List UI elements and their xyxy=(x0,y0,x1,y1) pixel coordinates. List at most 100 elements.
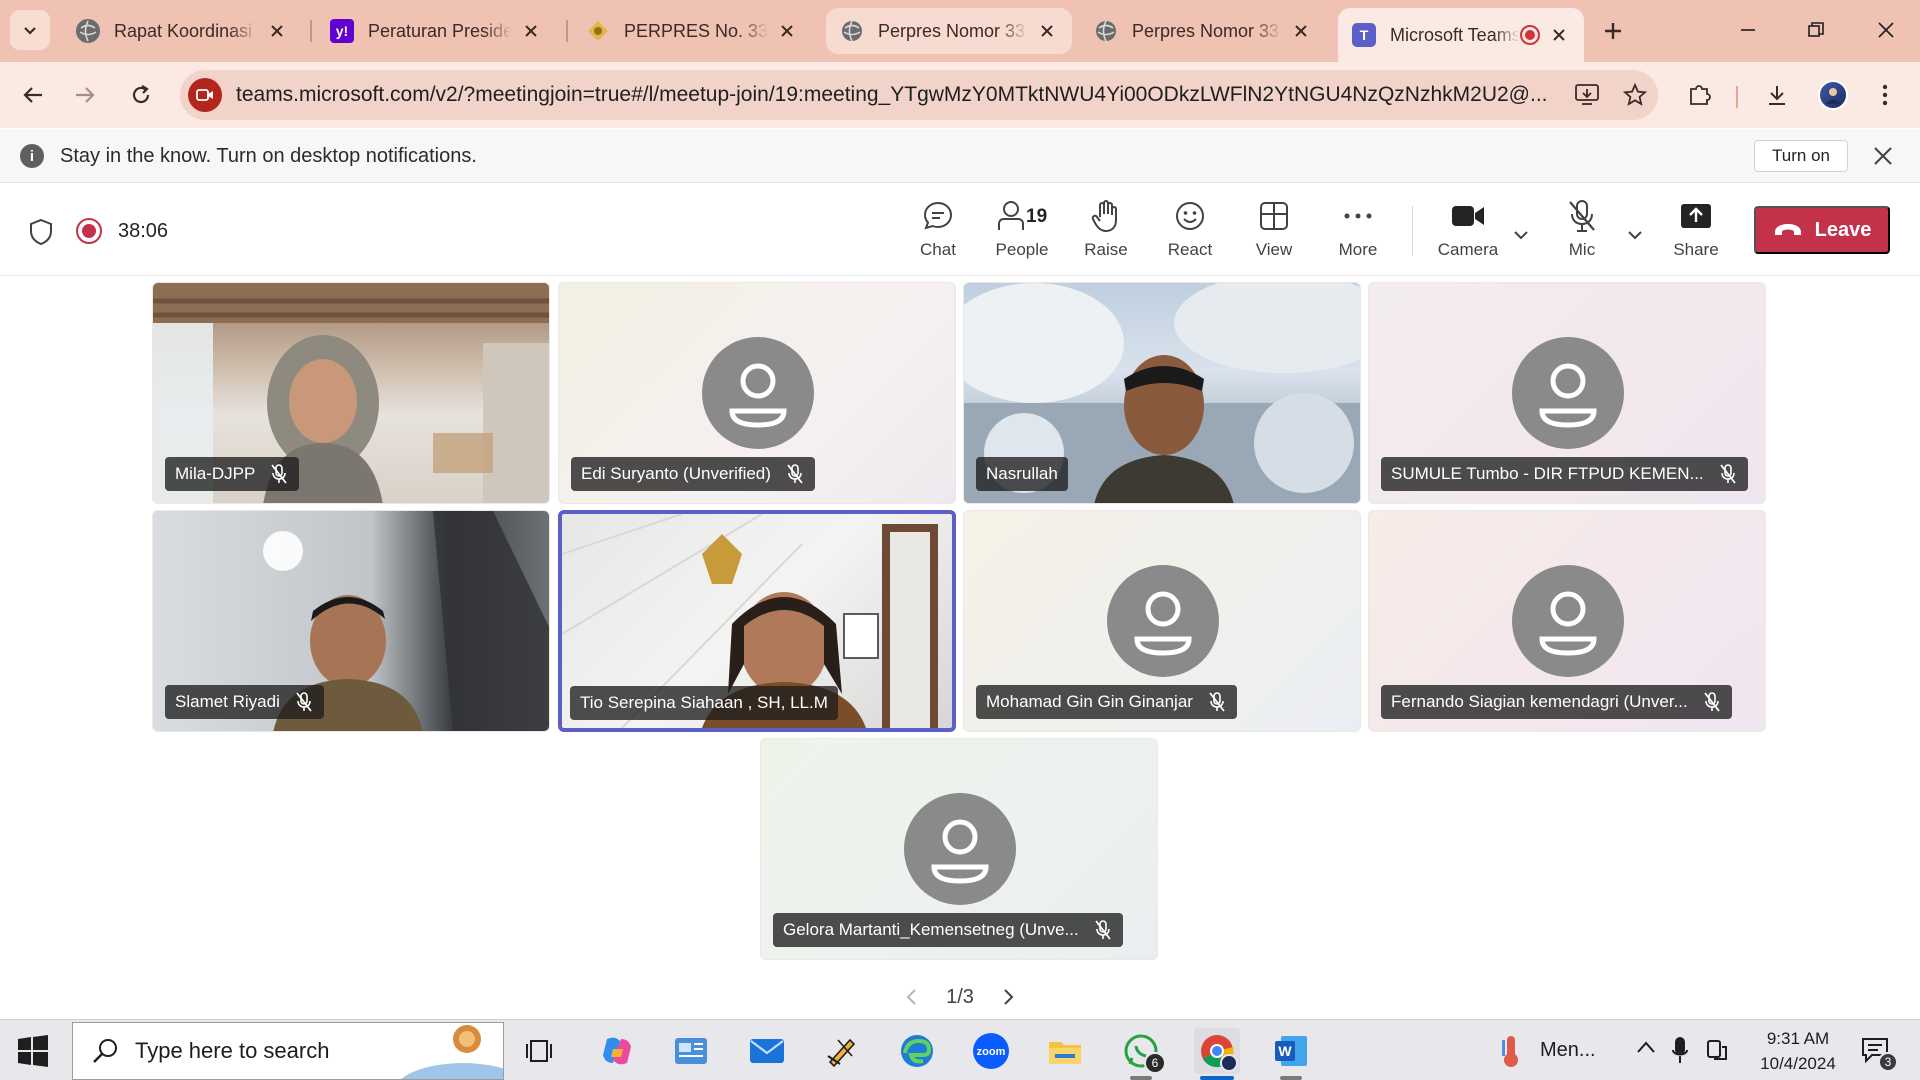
more-button[interactable]: More xyxy=(1318,198,1398,264)
close-icon[interactable] xyxy=(266,20,288,42)
svg-text:W: W xyxy=(1278,1043,1292,1059)
zoom-icon: zoom xyxy=(973,1033,1009,1069)
windows-taskbar: Type here to search zoom 6 W Men... 9:31… xyxy=(0,1019,1920,1080)
taskbar-search[interactable]: Type here to search xyxy=(72,1022,504,1080)
microphone-icon[interactable] xyxy=(1672,1036,1688,1064)
windows-start-icon[interactable] xyxy=(16,1034,50,1068)
system-clock[interactable]: 9:31 AM 10/4/2024 xyxy=(1738,1026,1858,1076)
chevron-down-icon xyxy=(24,27,36,35)
view-button[interactable]: View xyxy=(1234,198,1314,264)
edge-icon xyxy=(901,1035,933,1067)
participant-name-chip: SUMULE Tumbo - DIR FTPUD KEMEN... xyxy=(1381,457,1748,491)
close-icon[interactable] xyxy=(520,20,542,42)
leave-button[interactable]: Leave xyxy=(1754,206,1890,254)
thermometer-icon xyxy=(1502,1036,1518,1067)
news-app[interactable] xyxy=(668,1028,714,1074)
raise-hand-button[interactable]: Raise xyxy=(1066,198,1146,264)
tab-perpres-no-33[interactable]: PERPRES No. 33 Tahun 2024 xyxy=(572,8,812,54)
reload-button[interactable] xyxy=(122,76,160,114)
participant-tile[interactable]: Tio Serepina Siahaan , SH, LL.M xyxy=(558,510,956,732)
display-icon[interactable] xyxy=(1706,1039,1728,1061)
close-icon[interactable] xyxy=(776,20,798,42)
tab-title: PERPRES No. 33 Tahun 2024 xyxy=(624,20,768,41)
react-button[interactable]: React xyxy=(1150,198,1230,264)
tab-search-button[interactable] xyxy=(10,10,50,50)
chrome-app[interactable] xyxy=(1194,1028,1240,1080)
address-bar[interactable]: teams.microsoft.com/v2/?meetingjoin=true… xyxy=(180,70,1658,120)
gallery-pager: 1/3 xyxy=(905,979,1015,1015)
task-view-button[interactable] xyxy=(516,1028,562,1074)
close-window-button[interactable] xyxy=(1864,10,1908,50)
tab-rapat-koordinasi[interactable]: Rapat Koordinasi Tindak Lanjut xyxy=(62,8,302,54)
install-app-icon[interactable] xyxy=(1570,78,1604,112)
zoom-app[interactable]: zoom xyxy=(968,1028,1014,1074)
word-app[interactable]: W xyxy=(1268,1028,1314,1080)
camera-options-button[interactable] xyxy=(1510,224,1532,246)
downloads-button[interactable] xyxy=(1758,76,1796,114)
tab-peraturan-presiden[interactable]: y! Peraturan Presiden Nomor 33 xyxy=(316,8,556,54)
sticky-tool-app[interactable] xyxy=(818,1028,864,1074)
participant-tile[interactable]: Mila-DJPP xyxy=(152,282,550,504)
copilot-icon xyxy=(603,1037,631,1065)
camera-in-use-icon[interactable] xyxy=(188,78,222,112)
extensions-button[interactable] xyxy=(1680,76,1718,114)
restore-button[interactable] xyxy=(1794,10,1838,50)
participant-name: Gelora Martanti_Kemensetneg (Unve... xyxy=(783,920,1079,939)
file-explorer-app[interactable] xyxy=(1042,1028,1088,1074)
weather-text[interactable]: Men... xyxy=(1540,1039,1596,1062)
profile-button[interactable] xyxy=(1814,76,1852,114)
tab-title: Rapat Koordinasi Tindak Lanjut xyxy=(114,20,258,41)
participant-tile[interactable]: Fernando Siagian kemendagri (Unver... xyxy=(1368,510,1766,732)
participant-tile[interactable]: SUMULE Tumbo - DIR FTPUD KEMEN... xyxy=(1368,282,1766,504)
participant-tile[interactable]: Edi Suryanto (Unverified) xyxy=(558,282,956,504)
yahoo-icon: y! xyxy=(330,19,354,43)
copilot-app[interactable] xyxy=(594,1028,640,1074)
tab-title: Perpres Nomor 33 Tahun 2024 xyxy=(878,20,1028,41)
back-button[interactable] xyxy=(14,76,52,114)
tab-title: Microsoft Teams xyxy=(1390,24,1520,45)
mic-options-button[interactable] xyxy=(1624,224,1646,246)
participant-name-chip: Edi Suryanto (Unverified) xyxy=(571,457,815,491)
turn-on-button[interactable]: Turn on xyxy=(1754,140,1848,172)
participant-name-chip: Fernando Siagian kemendagri (Unver... xyxy=(1381,685,1732,719)
show-hidden-icons-button[interactable] xyxy=(1636,1040,1656,1054)
tab-perpres-nomor-33-a[interactable]: Perpres Nomor 33 Tahun 2024 xyxy=(826,8,1072,54)
previous-page-button[interactable] xyxy=(905,988,917,1006)
close-icon[interactable] xyxy=(1548,24,1570,46)
share-button[interactable]: Share xyxy=(1656,198,1736,264)
mic-off-icon xyxy=(1093,920,1113,940)
browser-menu-button[interactable] xyxy=(1866,76,1904,114)
close-icon[interactable] xyxy=(1290,20,1312,42)
minimize-button[interactable] xyxy=(1726,10,1770,50)
mail-app[interactable] xyxy=(744,1028,790,1074)
people-button[interactable]: 19 People xyxy=(982,198,1062,264)
mic-button[interactable]: Mic xyxy=(1542,198,1622,264)
chat-button[interactable]: Chat xyxy=(898,198,978,264)
mic-off-icon xyxy=(1702,692,1722,712)
whatsapp-app[interactable]: 6 xyxy=(1118,1028,1166,1080)
new-tab-button[interactable] xyxy=(1596,14,1630,48)
control-divider xyxy=(1412,206,1413,256)
participant-tile[interactable]: Gelora Martanti_Kemensetneg (Unve... xyxy=(760,738,1158,960)
participant-name-chip: Mila-DJPP xyxy=(165,457,300,491)
shield-icon[interactable] xyxy=(28,218,54,246)
participant-tile[interactable]: Mohamad Gin Gin Ginanjar xyxy=(963,510,1361,732)
forward-button[interactable] xyxy=(66,76,104,114)
notification-center-button[interactable]: 3 xyxy=(1860,1036,1898,1072)
participant-name-chip: Tio Serepina Siahaan , SH, LL.M xyxy=(570,686,838,720)
next-page-button[interactable] xyxy=(1003,988,1015,1006)
close-icon[interactable] xyxy=(1870,143,1896,169)
puzzle-icon xyxy=(1690,85,1711,105)
edge-app[interactable] xyxy=(894,1028,940,1074)
tab-perpres-nomor-33-b[interactable]: Perpres Nomor 33 Tahun 2024 xyxy=(1080,8,1326,54)
hand-icon xyxy=(1091,200,1117,232)
meeting-timer: 38:06 xyxy=(118,220,169,242)
participant-tile[interactable]: Nasrullah xyxy=(963,282,1361,504)
url-text[interactable]: teams.microsoft.com/v2/?meetingjoin=true… xyxy=(236,83,1556,107)
tab-microsoft-teams[interactable]: T Microsoft Teams xyxy=(1338,8,1584,62)
bookmark-star-icon[interactable] xyxy=(1618,78,1652,112)
avatar xyxy=(1818,80,1848,110)
camera-button[interactable]: Camera xyxy=(1428,198,1508,264)
close-icon[interactable] xyxy=(1036,20,1058,42)
participant-tile[interactable]: Slamet Riyadi xyxy=(152,510,550,732)
